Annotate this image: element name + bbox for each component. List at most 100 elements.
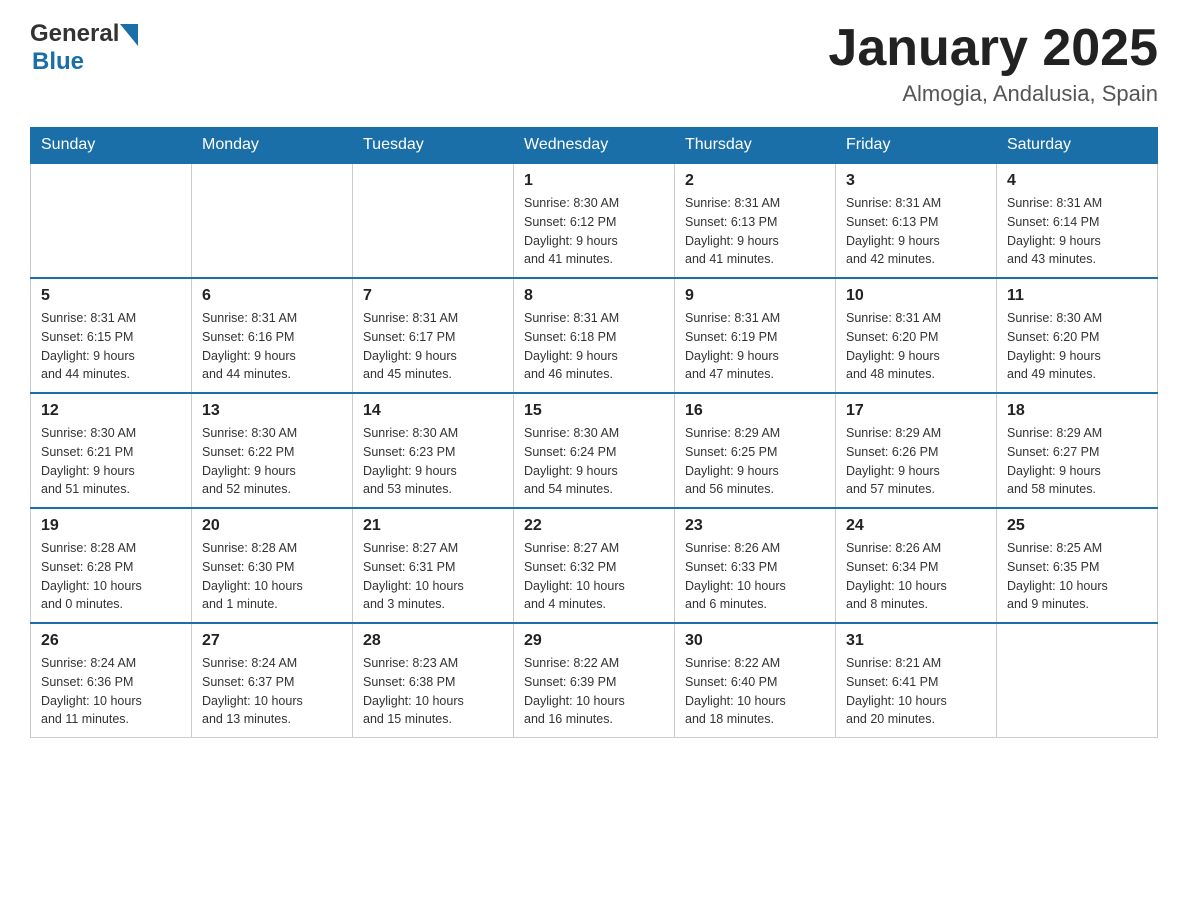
- day-number: 5: [41, 287, 181, 305]
- calendar-cell: 26Sunrise: 8:24 AM Sunset: 6:36 PM Dayli…: [31, 623, 192, 738]
- calendar-cell: 15 Sunrise: 8:30 AM Sunset: 6:24 PM Dayli…: [514, 393, 675, 508]
- day-info: Sunrise: 8:31 AM Sunset: 6:15 PM Dayligh…: [41, 309, 181, 384]
- calendar-cell: 28Sunrise: 8:23 AM Sunset: 6:38 PM Dayli…: [353, 623, 514, 738]
- day-number: 11: [1007, 287, 1147, 305]
- day-info: Sunrise: 8:31 AM Sunset: 6:13 PM Dayligh…: [685, 194, 825, 269]
- day-number: 6: [202, 287, 342, 305]
- day-number: 4: [1007, 172, 1147, 190]
- calendar-cell: 29 Sunrise: 8:22 AM Sunset: 6:39 PM Dayli…: [514, 623, 675, 738]
- day-number: 18: [1007, 402, 1147, 420]
- day-info: Sunrise: 8:28 AM Sunset: 6:30 PM Dayligh…: [202, 539, 342, 614]
- day-number: 12: [41, 402, 181, 420]
- day-number: 9: [685, 287, 825, 305]
- day-number: 30: [685, 632, 825, 650]
- week-row-3: 12 Sunrise: 8:30 AM Sunset: 6:21 PM Dayli…: [31, 393, 1158, 508]
- day-info: Sunrise: 8:29 AM Sunset: 6:26 PM Dayligh…: [846, 424, 986, 499]
- day-number: 29: [524, 632, 664, 650]
- calendar-cell: 21Sunrise: 8:27 AM Sunset: 6:31 PM Dayli…: [353, 508, 514, 623]
- calendar-cell: 10 Sunrise: 8:31 AM Sunset: 6:20 PM Dayli…: [836, 278, 997, 393]
- calendar-cell: [192, 163, 353, 278]
- day-number: 31: [846, 632, 986, 650]
- day-number: 23: [685, 517, 825, 535]
- week-row-1: 1Sunrise: 8:30 AM Sunset: 6:12 PM Daylig…: [31, 163, 1158, 278]
- week-row-2: 5 Sunrise: 8:31 AM Sunset: 6:15 PM Daylig…: [31, 278, 1158, 393]
- weekday-header-saturday: Saturday: [997, 128, 1158, 164]
- calendar-cell: 27Sunrise: 8:24 AM Sunset: 6:37 PM Dayli…: [192, 623, 353, 738]
- calendar-cell: 4 Sunrise: 8:31 AM Sunset: 6:14 PM Daylig…: [997, 163, 1158, 278]
- day-number: 3: [846, 172, 986, 190]
- calendar-cell: 8 Sunrise: 8:31 AM Sunset: 6:18 PM Daylig…: [514, 278, 675, 393]
- calendar-cell: 6Sunrise: 8:31 AM Sunset: 6:16 PM Daylig…: [192, 278, 353, 393]
- weekday-header-row: SundayMondayTuesdayWednesdayThursdayFrid…: [31, 128, 1158, 164]
- calendar-cell: 11 Sunrise: 8:30 AM Sunset: 6:20 PM Dayli…: [997, 278, 1158, 393]
- day-info: Sunrise: 8:28 AM Sunset: 6:28 PM Dayligh…: [41, 539, 181, 614]
- calendar-cell: 31 Sunrise: 8:21 AM Sunset: 6:41 PM Dayli…: [836, 623, 997, 738]
- calendar-cell: 7 Sunrise: 8:31 AM Sunset: 6:17 PM Daylig…: [353, 278, 514, 393]
- weekday-header-thursday: Thursday: [675, 128, 836, 164]
- day-number: 2: [685, 172, 825, 190]
- calendar-cell: 5 Sunrise: 8:31 AM Sunset: 6:15 PM Daylig…: [31, 278, 192, 393]
- calendar-cell: [353, 163, 514, 278]
- calendar-cell: 12 Sunrise: 8:30 AM Sunset: 6:21 PM Dayli…: [31, 393, 192, 508]
- calendar-cell: 23Sunrise: 8:26 AM Sunset: 6:33 PM Dayli…: [675, 508, 836, 623]
- page-header: GeneralBlue January 2025 Almogia, Andalu…: [30, 20, 1158, 107]
- day-info: Sunrise: 8:31 AM Sunset: 6:13 PM Dayligh…: [846, 194, 986, 269]
- weekday-header-wednesday: Wednesday: [514, 128, 675, 164]
- calendar-cell: 13Sunrise: 8:30 AM Sunset: 6:22 PM Dayli…: [192, 393, 353, 508]
- day-info: Sunrise: 8:24 AM Sunset: 6:36 PM Dayligh…: [41, 654, 181, 729]
- calendar-cell: 25 Sunrise: 8:25 AM Sunset: 6:35 PM Dayli…: [997, 508, 1158, 623]
- day-number: 8: [524, 287, 664, 305]
- day-number: 28: [363, 632, 503, 650]
- calendar-cell: 22 Sunrise: 8:27 AM Sunset: 6:32 PM Dayli…: [514, 508, 675, 623]
- calendar-cell: [31, 163, 192, 278]
- week-row-5: 26Sunrise: 8:24 AM Sunset: 6:36 PM Dayli…: [31, 623, 1158, 738]
- calendar-cell: 30 Sunrise: 8:22 AM Sunset: 6:40 PM Dayli…: [675, 623, 836, 738]
- weekday-header-monday: Monday: [192, 128, 353, 164]
- day-info: Sunrise: 8:31 AM Sunset: 6:19 PM Dayligh…: [685, 309, 825, 384]
- day-info: Sunrise: 8:31 AM Sunset: 6:17 PM Dayligh…: [363, 309, 503, 384]
- day-info: Sunrise: 8:30 AM Sunset: 6:21 PM Dayligh…: [41, 424, 181, 499]
- calendar-cell: 9 Sunrise: 8:31 AM Sunset: 6:19 PM Daylig…: [675, 278, 836, 393]
- calendar-cell: 17 Sunrise: 8:29 AM Sunset: 6:26 PM Dayli…: [836, 393, 997, 508]
- day-info: Sunrise: 8:30 AM Sunset: 6:23 PM Dayligh…: [363, 424, 503, 499]
- calendar-cell: 19 Sunrise: 8:28 AM Sunset: 6:28 PM Dayli…: [31, 508, 192, 623]
- day-number: 10: [846, 287, 986, 305]
- title-block: January 2025 Almogia, Andalusia, Spain: [828, 20, 1158, 107]
- day-number: 15: [524, 402, 664, 420]
- day-number: 19: [41, 517, 181, 535]
- week-row-4: 19 Sunrise: 8:28 AM Sunset: 6:28 PM Dayli…: [31, 508, 1158, 623]
- day-info: Sunrise: 8:30 AM Sunset: 6:12 PM Dayligh…: [524, 194, 664, 269]
- day-info: Sunrise: 8:22 AM Sunset: 6:40 PM Dayligh…: [685, 654, 825, 729]
- weekday-header-sunday: Sunday: [31, 128, 192, 164]
- calendar-table: SundayMondayTuesdayWednesdayThursdayFrid…: [30, 127, 1158, 738]
- day-info: Sunrise: 8:25 AM Sunset: 6:35 PM Dayligh…: [1007, 539, 1147, 614]
- day-info: Sunrise: 8:31 AM Sunset: 6:14 PM Dayligh…: [1007, 194, 1147, 269]
- day-info: Sunrise: 8:21 AM Sunset: 6:41 PM Dayligh…: [846, 654, 986, 729]
- day-info: Sunrise: 8:24 AM Sunset: 6:37 PM Dayligh…: [202, 654, 342, 729]
- day-info: Sunrise: 8:31 AM Sunset: 6:18 PM Dayligh…: [524, 309, 664, 384]
- day-number: 22: [524, 517, 664, 535]
- logo-icon: [120, 24, 138, 46]
- day-info: Sunrise: 8:30 AM Sunset: 6:24 PM Dayligh…: [524, 424, 664, 499]
- calendar-cell: 20 Sunrise: 8:28 AM Sunset: 6:30 PM Dayli…: [192, 508, 353, 623]
- day-number: 7: [363, 287, 503, 305]
- calendar-title: January 2025: [828, 20, 1158, 77]
- day-number: 25: [1007, 517, 1147, 535]
- day-info: Sunrise: 8:30 AM Sunset: 6:20 PM Dayligh…: [1007, 309, 1147, 384]
- day-info: Sunrise: 8:27 AM Sunset: 6:31 PM Dayligh…: [363, 539, 503, 614]
- day-info: Sunrise: 8:22 AM Sunset: 6:39 PM Dayligh…: [524, 654, 664, 729]
- day-info: Sunrise: 8:27 AM Sunset: 6:32 PM Dayligh…: [524, 539, 664, 614]
- calendar-cell: 16 Sunrise: 8:29 AM Sunset: 6:25 PM Dayli…: [675, 393, 836, 508]
- day-number: 20: [202, 517, 342, 535]
- day-number: 13: [202, 402, 342, 420]
- calendar-cell: 18 Sunrise: 8:29 AM Sunset: 6:27 PM Dayli…: [997, 393, 1158, 508]
- day-info: Sunrise: 8:29 AM Sunset: 6:25 PM Dayligh…: [685, 424, 825, 499]
- calendar-cell: 1Sunrise: 8:30 AM Sunset: 6:12 PM Daylig…: [514, 163, 675, 278]
- day-info: Sunrise: 8:31 AM Sunset: 6:20 PM Dayligh…: [846, 309, 986, 384]
- calendar-cell: 3 Sunrise: 8:31 AM Sunset: 6:13 PM Daylig…: [836, 163, 997, 278]
- day-number: 16: [685, 402, 825, 420]
- day-number: 17: [846, 402, 986, 420]
- logo: GeneralBlue: [30, 20, 139, 76]
- day-info: Sunrise: 8:29 AM Sunset: 6:27 PM Dayligh…: [1007, 424, 1147, 499]
- calendar-cell: 14Sunrise: 8:30 AM Sunset: 6:23 PM Dayli…: [353, 393, 514, 508]
